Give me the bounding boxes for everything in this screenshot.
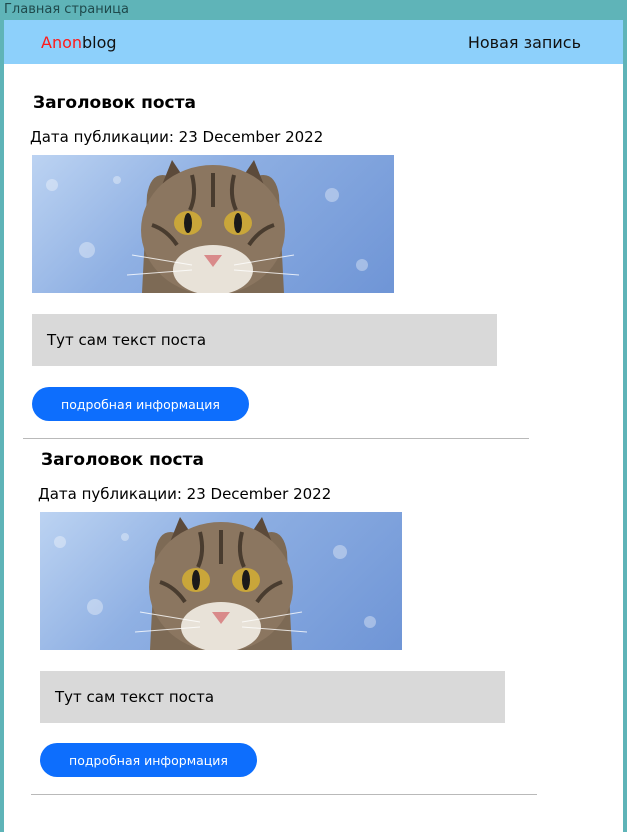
post-date: Дата публикации: 23 December 2022	[30, 128, 324, 146]
post-date: Дата публикации: 23 December 2022	[38, 485, 332, 503]
frame-label: Главная страница	[4, 2, 129, 17]
post-divider	[31, 794, 537, 795]
cat-photo-icon	[54, 517, 376, 650]
brand-anon: Anon	[41, 32, 83, 52]
brand-blog: blog	[82, 32, 117, 52]
cat-photo-icon	[46, 160, 368, 293]
post-divider	[23, 438, 529, 439]
post-title: Заголовок поста	[41, 450, 204, 470]
details-button[interactable]: подробная информация	[32, 387, 249, 421]
post-image-cat	[32, 155, 394, 293]
brand-logo-link[interactable]: Anonblog	[41, 33, 117, 52]
post-text: Тут сам текст поста	[32, 314, 497, 366]
post-title: Заголовок поста	[33, 93, 196, 113]
details-button[interactable]: подробная информация	[40, 743, 257, 777]
navbar: Anonblog Новая запись	[4, 20, 623, 64]
post-image-cat	[40, 512, 402, 650]
post-text: Тут сам текст поста	[40, 671, 505, 723]
page-frame: Anonblog Новая запись Заголовок поста Да…	[4, 20, 623, 832]
new-post-link[interactable]: Новая запись	[468, 33, 581, 52]
